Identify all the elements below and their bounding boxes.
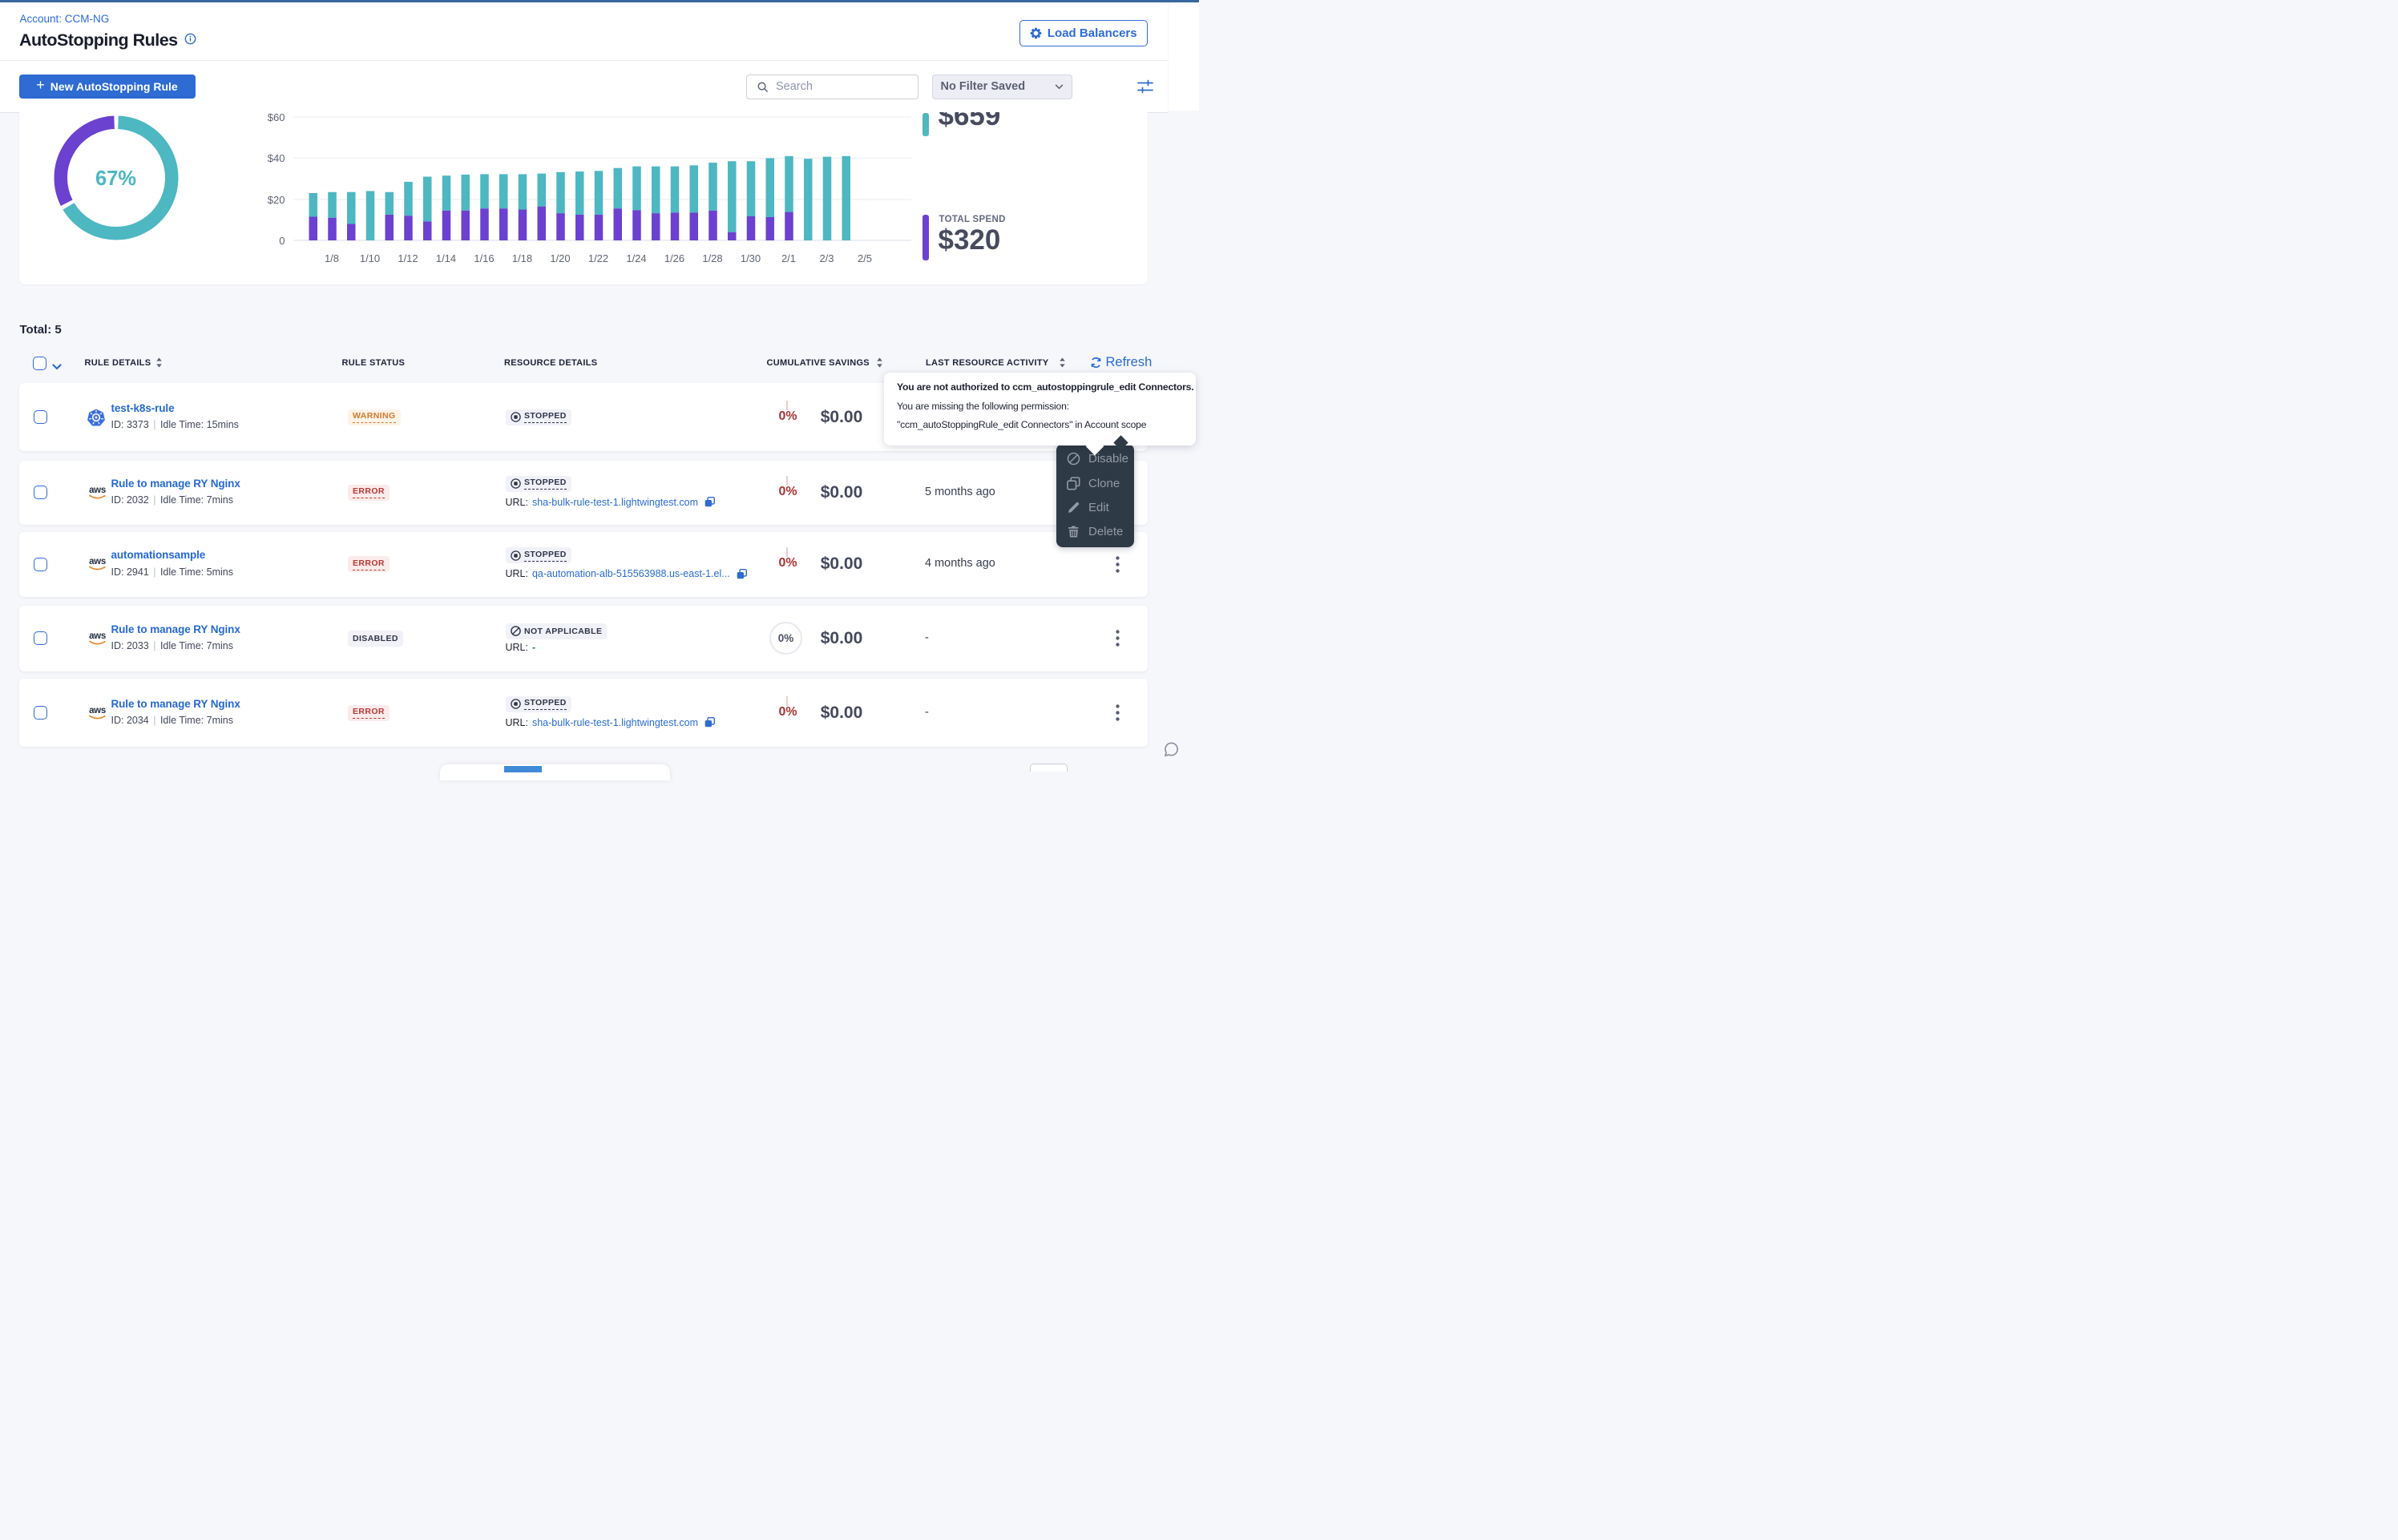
- svg-text:aws: aws: [89, 557, 106, 566]
- svg-text:aws: aws: [89, 486, 106, 495]
- svg-text:aws: aws: [89, 631, 106, 641]
- svg-text:aws: aws: [89, 706, 106, 716]
